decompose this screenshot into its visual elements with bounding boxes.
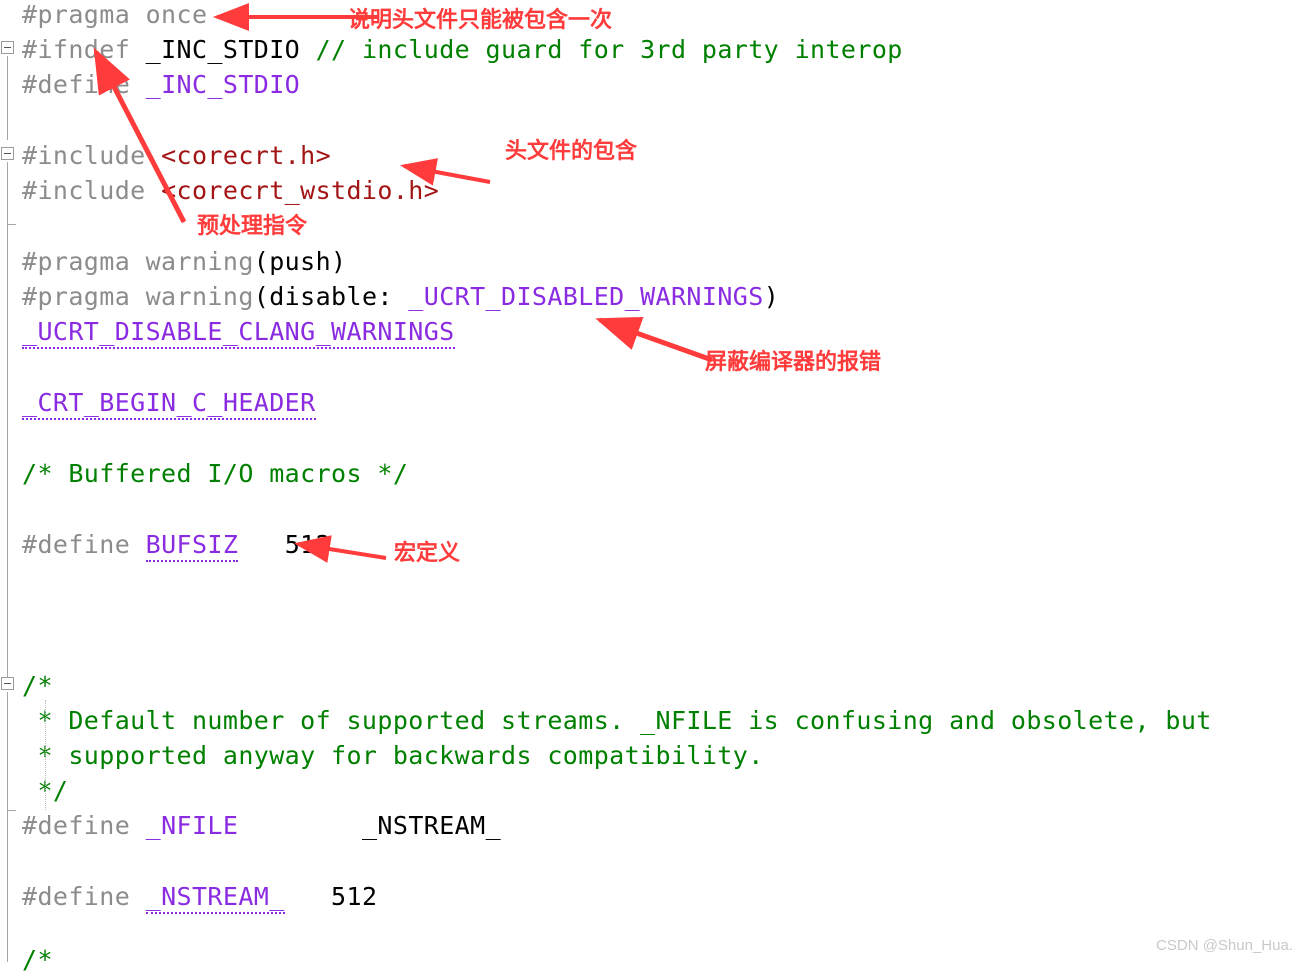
code-token: _NSTREAM_ bbox=[361, 811, 502, 840]
code-token: _INC_STDIO bbox=[145, 70, 301, 99]
watermark: CSDN @Shun_Hua. bbox=[1156, 937, 1293, 954]
line-pragma-once[interactable]: #pragma once bbox=[22, 0, 207, 30]
line-trailing-comment-open[interactable]: /* bbox=[22, 945, 53, 975]
line-ucrt-disable-clang-warnings[interactable]: _UCRT_DISABLE_CLANG_WARNINGS bbox=[22, 317, 455, 349]
code-token: _UCRT_DISABLE_CLANG_WARNINGS bbox=[22, 317, 455, 349]
code-token: /* Buffered I/O macros */ bbox=[22, 459, 409, 488]
line-define-bufsiz[interactable]: #define BUFSIZ 512 bbox=[22, 530, 332, 562]
line-block-comment-body-1[interactable]: * Default number of supported streams. _… bbox=[22, 706, 1212, 736]
anno-suppress-compiler-errors: 屏蔽编译器的报错 bbox=[705, 350, 882, 375]
code-token: #ifndef bbox=[22, 35, 146, 64]
line-include-corecrt[interactable]: #include <corecrt.h> bbox=[22, 141, 331, 171]
code-token: #pragma once bbox=[22, 0, 208, 29]
code-token: #define bbox=[22, 530, 146, 559]
code-token: #define bbox=[22, 811, 146, 840]
code-token: #pragma warning bbox=[22, 247, 254, 276]
code-token: * Default number of supported streams. _… bbox=[22, 706, 1212, 735]
code-token: _UCRT_DISABLED_WARNINGS bbox=[408, 282, 764, 311]
line-comment-buffered-io[interactable]: /* Buffered I/O macros */ bbox=[22, 459, 408, 489]
fold-include-foot bbox=[7, 224, 16, 225]
indent-guide bbox=[45, 700, 46, 810]
anno-header-include: 头文件的包含 bbox=[505, 139, 638, 164]
line-include-corecrt-wstdio[interactable]: #include <corecrt_wstdio.h> bbox=[22, 176, 439, 206]
code-token: _INC_STDIO bbox=[145, 35, 301, 64]
fold-toggle-icon[interactable] bbox=[1, 677, 14, 690]
fold-toggle-icon[interactable] bbox=[1, 147, 14, 160]
code-token: #pragma warning bbox=[22, 282, 254, 311]
line-pragma-warning-disable[interactable]: #pragma warning(disable: _UCRT_DISABLED_… bbox=[22, 282, 779, 312]
code-token: ) bbox=[763, 282, 780, 311]
code-token: 512 bbox=[331, 882, 378, 911]
anno-macro-definition: 宏定义 bbox=[394, 541, 461, 566]
code-token: #include bbox=[22, 141, 162, 170]
line-crt-begin-c-header[interactable]: _CRT_BEGIN_C_HEADER bbox=[22, 388, 316, 420]
editor-fold-gutter[interactable] bbox=[0, 0, 22, 962]
code-token: <corecrt_wstdio.h> bbox=[161, 176, 440, 205]
line-define-inc-stdio[interactable]: #define _INC_STDIO bbox=[22, 70, 300, 100]
code-token: (disable: bbox=[253, 282, 409, 311]
fold-include-line bbox=[7, 162, 8, 224]
code-token: <corecrt.h> bbox=[161, 141, 332, 170]
code-token: _NFILE bbox=[145, 811, 239, 840]
line-define-nfile[interactable]: #define _NFILE _NSTREAM_ bbox=[22, 811, 501, 841]
line-block-comment-open[interactable]: /* bbox=[22, 671, 53, 701]
code-token: _CRT_BEGIN_C_HEADER bbox=[22, 388, 316, 420]
code-token: /* bbox=[22, 945, 53, 974]
fold-block-comment-foot bbox=[7, 810, 16, 811]
fold-block-comment-line bbox=[7, 692, 8, 810]
gutter-line-top bbox=[7, 224, 8, 677]
line-pragma-warning-push[interactable]: #pragma warning(push) bbox=[22, 247, 347, 277]
line-ifndef-inc-stdio[interactable]: #ifndef _INC_STDIO // include guard for … bbox=[22, 35, 903, 65]
code-token: /* bbox=[22, 671, 53, 700]
code-token: BUFSIZ bbox=[145, 530, 239, 562]
code-token: // include guard for 3rd party interop bbox=[315, 35, 903, 64]
code-token: * supported anyway for backwards compati… bbox=[22, 741, 764, 770]
code-token: #define bbox=[22, 70, 146, 99]
fold-toggle-icon[interactable] bbox=[1, 41, 14, 54]
code-token: 512 bbox=[284, 530, 332, 559]
code-token: _NSTREAM_ bbox=[145, 882, 285, 914]
gutter-line-bottom bbox=[7, 810, 8, 962]
fold-ifndef-line bbox=[7, 56, 8, 140]
line-define-nstream[interactable]: #define _NSTREAM_ 512 bbox=[22, 882, 378, 914]
anno-pragma-once: 说明头文件只能被包含一次 bbox=[348, 8, 613, 33]
anno-preprocessor-directive: 预处理指令 bbox=[197, 214, 308, 239]
code-editor-surface[interactable]: #pragma once #ifndef _INC_STDIO // includ… bbox=[0, 0, 1305, 974]
anno-suppress-compiler-errors-arrow bbox=[595, 316, 713, 363]
code-token: (push) bbox=[253, 247, 347, 276]
code-token: #define bbox=[22, 882, 146, 911]
line-block-comment-body-2[interactable]: * supported anyway for backwards compati… bbox=[22, 741, 764, 771]
code-token: #include bbox=[22, 176, 162, 205]
